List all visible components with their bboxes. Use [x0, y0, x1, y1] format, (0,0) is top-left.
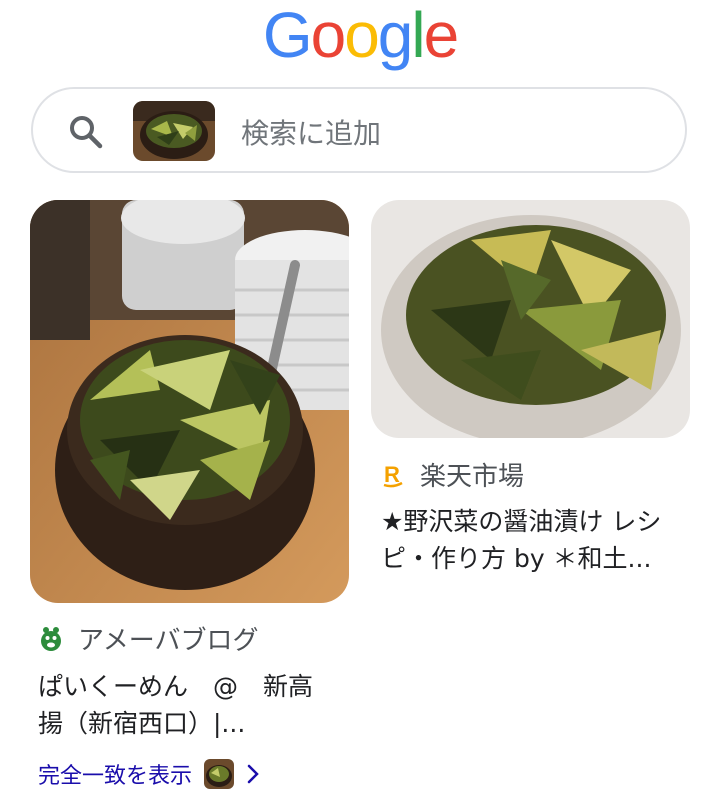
result-image-1[interactable] — [30, 200, 349, 603]
result-title-1-line2: 揚（新宿西口）|... — [38, 709, 246, 738]
ameba-icon — [41, 626, 61, 651]
logo-letter-l: l — [411, 0, 425, 71]
result-title-1-line1: ぱいくーめん @ 新高 — [38, 672, 314, 701]
exact-match-link[interactable]: 完全一致を表示 — [38, 758, 260, 790]
search-bar[interactable] — [31, 87, 687, 173]
result-source-1[interactable]: アメーバブログ — [40, 620, 258, 657]
google-logo[interactable]: G o o g l e — [0, 0, 720, 71]
query-image-thumbnail[interactable] — [133, 101, 215, 161]
chevron-right-icon — [247, 764, 259, 784]
source-name-2: 楽天市場 — [420, 462, 525, 492]
logo-letter-g1: G — [262, 0, 313, 71]
result-title-2[interactable]: ★野沢菜の醤油漬け レシ ピ・作り方 by ＊和土... — [381, 503, 701, 577]
result-title-2-line1: ★野沢菜の醤油漬け レシ — [381, 507, 662, 536]
rakuten-icon: R — [383, 462, 403, 487]
svg-text:R: R — [384, 462, 400, 487]
logo-letter-o1: o — [310, 0, 347, 71]
result-source-2[interactable]: R 楽天市場 — [382, 456, 524, 493]
search-input[interactable] — [239, 109, 643, 157]
search-icon[interactable] — [69, 115, 103, 149]
result-image-2[interactable] — [371, 200, 690, 438]
exact-match-label: 完全一致を表示 — [38, 764, 193, 789]
logo-letter-e: e — [423, 0, 460, 71]
exact-match-thumbnail — [204, 759, 235, 789]
logo-letter-o2: o — [344, 0, 380, 71]
result-title-2-line2: ピ・作り方 by ＊和土... — [381, 544, 652, 573]
result-title-1[interactable]: ぱいくーめん @ 新高 揚（新宿西口）|... — [38, 668, 338, 742]
logo-letter-g2: g — [377, 0, 414, 71]
source-name-1: アメーバブログ — [78, 626, 259, 656]
